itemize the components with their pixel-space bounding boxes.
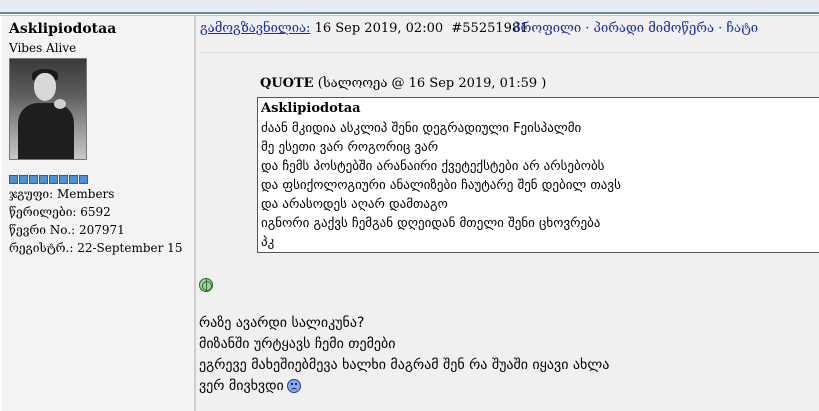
user-title: Vibes Alive bbox=[9, 41, 77, 55]
rank-pips bbox=[9, 175, 88, 184]
top-bar bbox=[0, 0, 819, 12]
rank-pip bbox=[69, 175, 78, 184]
profile-link[interactable]: · პროფილი bbox=[505, 21, 581, 36]
quote-line: იგნორი გაქვს ჩემგან დღეიდან მთელი შენი ც… bbox=[261, 216, 601, 231]
quote-author: Asklipiodotaa bbox=[261, 101, 361, 116]
quote-box: Asklipiodotaa ძაან მკიდია ასკლიპ შენი დე… bbox=[257, 97, 819, 253]
quote-line: პკ bbox=[261, 235, 275, 250]
avatar bbox=[9, 58, 87, 160]
avatar-body bbox=[18, 103, 74, 159]
user-member-number: წევრი No.: 207971 bbox=[9, 223, 125, 237]
quote-header: QUOTE (სალოოეა @ 16 Sep 2019, 01:59 ) bbox=[260, 76, 546, 91]
rank-pip bbox=[39, 175, 48, 184]
username[interactable]: Asklipiodotaa bbox=[9, 21, 116, 37]
rank-pip bbox=[59, 175, 68, 184]
avatar-hand bbox=[54, 99, 66, 109]
message-line: რაზე ავარდი სალიკუნა? bbox=[199, 315, 365, 331]
post-header-separator bbox=[200, 52, 819, 53]
chat-link[interactable]: · ჩატი bbox=[718, 21, 758, 36]
message-last-line: ვერ მივხვდი bbox=[199, 378, 301, 394]
rank-pip bbox=[19, 175, 28, 184]
rank-pip bbox=[29, 175, 38, 184]
quote-line: და არასოდეს აღარ დამთაგო bbox=[261, 197, 448, 212]
post-nav-links: · პროფილი · პირადი მიმოწერა · ჩატი bbox=[505, 21, 758, 36]
quote-line: და ჩემს პოსტებში არანაირი ქვეტექსტები არ… bbox=[261, 159, 605, 174]
user-post-count: წერილები: 6592 bbox=[9, 205, 111, 219]
avatar-head bbox=[34, 73, 56, 101]
rank-pip bbox=[49, 175, 58, 184]
quote-meta: (სალოოეა @ 16 Sep 2019, 01:59 ) bbox=[317, 76, 547, 91]
private-message-link[interactable]: · პირადი მიმოწერა bbox=[585, 21, 714, 36]
posted-link[interactable]: გამოგზავნილია: bbox=[200, 21, 310, 36]
quote-label: QUOTE bbox=[260, 76, 314, 91]
quote-line: ძაან მკიდია ასკლიპ შენი დეგრადიული Fეისპ… bbox=[261, 121, 582, 136]
message-line: ვერ მივხვდი bbox=[199, 378, 284, 394]
post-info: გამოგზავნილია: 16 Sep 2019, 02:00 #55251… bbox=[200, 21, 528, 36]
top-divider bbox=[0, 12, 819, 14]
user-registered: რეგისტრ.: 22-September 15 bbox=[9, 241, 183, 255]
globe-smiley-icon bbox=[199, 278, 213, 292]
quote-line: და ფსიქოლოგიური ანალიზები ჩაუტარე შენ დე… bbox=[261, 178, 621, 193]
user-group: ჯგუფი: Members bbox=[9, 187, 115, 201]
sad-smiley-icon bbox=[286, 379, 301, 393]
quote-line: მე ესეთი ვარ როგორიც ვარ bbox=[261, 140, 439, 155]
message-line: ეგრევე მახეშიებმევა ხალხი მაგრამ შენ რა … bbox=[199, 357, 610, 373]
rank-pip bbox=[79, 175, 88, 184]
post-date: 16 Sep 2019, 02:00 bbox=[314, 21, 444, 36]
rank-pip bbox=[9, 175, 18, 184]
message-line: მიზანში ურტყავს ჩემი თემები bbox=[199, 336, 396, 352]
